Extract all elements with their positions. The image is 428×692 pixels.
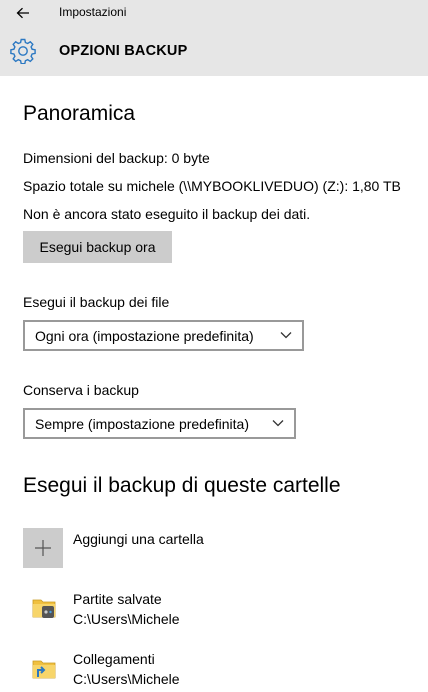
gear-icon	[10, 38, 36, 64]
page-heading: OPZIONI BACKUP	[59, 43, 188, 59]
overview-title: Panoramica	[23, 102, 136, 125]
folder-name: Partite salvate	[73, 591, 162, 607]
add-folder-label[interactable]: Aggiungi una cartella	[73, 531, 204, 547]
backup-size-text: Dimensioni del backup: 0 byte	[23, 150, 210, 166]
folder-path: C:\Users\Michele	[73, 611, 180, 627]
folder-path: C:\Users\Michele	[73, 671, 180, 687]
retention-selected-value: Sempre (impostazione predefinita)	[35, 415, 249, 432]
title-bar: Impostazioni OPZIONI BACKUP	[0, 0, 428, 76]
saved-games-folder-icon	[32, 599, 56, 618]
folders-title: Esegui il backup di queste cartelle	[23, 474, 341, 497]
frequency-dropdown[interactable]: Ogni ora (impostazione predefinita)	[23, 320, 304, 351]
retention-dropdown[interactable]: Sempre (impostazione predefinita)	[23, 408, 296, 439]
app-title: Impostazioni	[59, 5, 127, 19]
back-arrow-icon	[16, 7, 29, 19]
backup-status-text: Non è ancora stato eseguito il backup de…	[23, 206, 311, 222]
back-button[interactable]	[8, 2, 38, 24]
frequency-label: Esegui il backup dei file	[23, 294, 170, 310]
plus-icon	[35, 540, 51, 556]
retention-label: Conserva i backup	[23, 382, 139, 398]
chevron-down-icon	[272, 420, 284, 427]
chevron-down-icon	[280, 332, 292, 339]
backup-now-button[interactable]: Esegui backup ora	[23, 231, 172, 263]
add-folder-button[interactable]	[23, 528, 63, 568]
total-space-text: Spazio totale su michele (\\MYBOOKLIVEDU…	[23, 178, 401, 194]
folder-name: Collegamenti	[73, 651, 155, 667]
links-folder-icon	[32, 660, 56, 679]
frequency-selected-value: Ogni ora (impostazione predefinita)	[35, 327, 254, 344]
